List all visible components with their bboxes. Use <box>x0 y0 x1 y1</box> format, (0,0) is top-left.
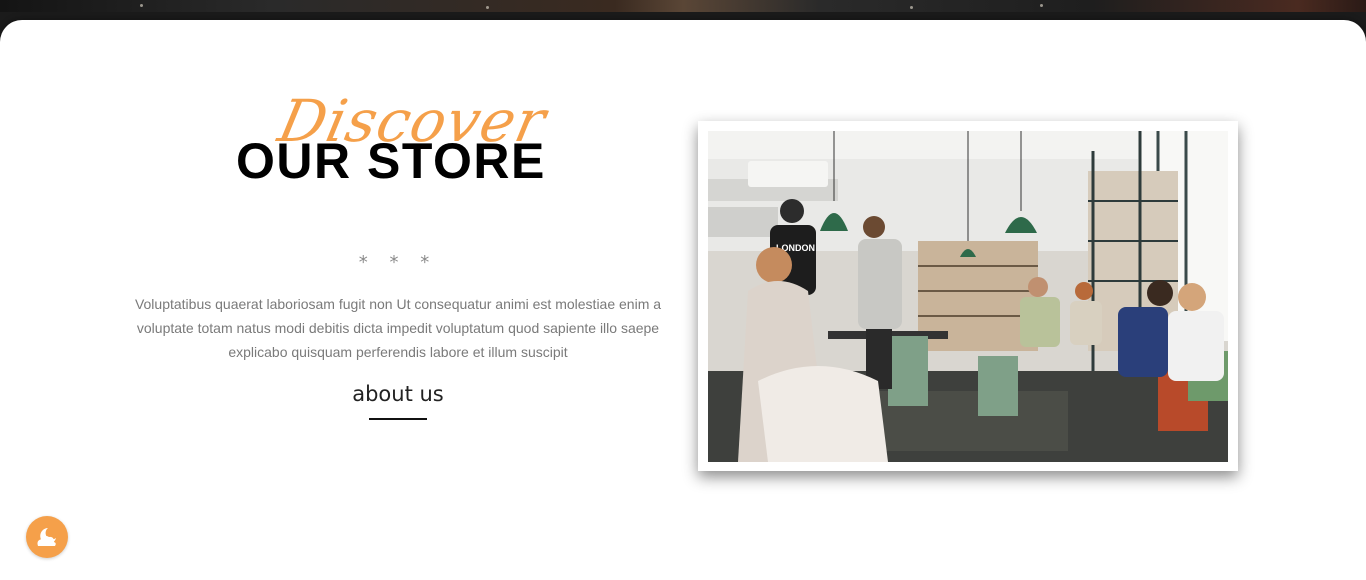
about-us-underline <box>369 418 427 420</box>
about-us-link[interactable]: about us <box>320 382 476 406</box>
moon-cloud-icon <box>37 528 56 546</box>
store-photo-frame: LONDON <box>698 121 1238 471</box>
hero-background-strip <box>0 0 1366 12</box>
store-photo: LONDON <box>708 131 1228 462</box>
section-heading: Discover OUR STORE <box>200 87 600 192</box>
description-text: Voluptatibus quaerat laboriosam fugit no… <box>134 296 662 360</box>
theme-toggle-button[interactable] <box>26 516 68 558</box>
cafe-interior-illustration: LONDON <box>708 131 1228 462</box>
star-divider: * * * <box>358 252 438 273</box>
page-title: OUR STORE <box>236 133 546 189</box>
